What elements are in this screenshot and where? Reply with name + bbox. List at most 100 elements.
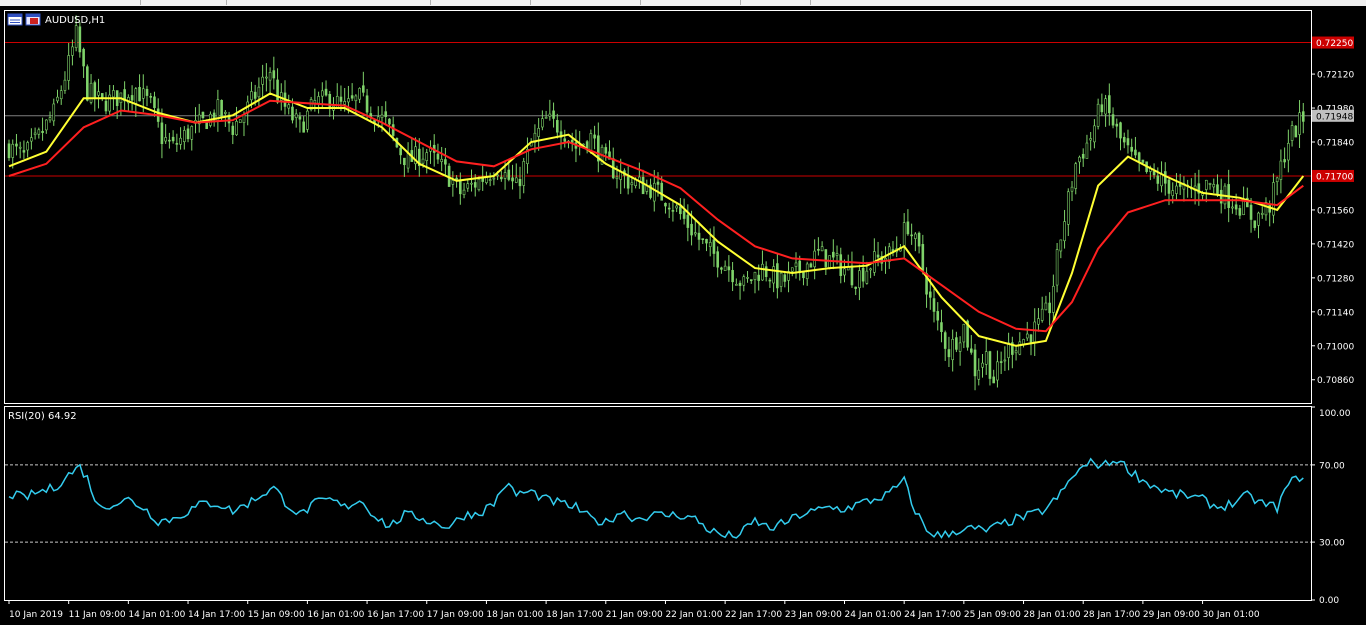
candle: [414, 137, 417, 170]
candle: [358, 87, 361, 104]
candle-body: [82, 48, 85, 67]
candle: [555, 113, 559, 139]
candle-body: [503, 172, 507, 179]
candle: [817, 237, 820, 256]
candle: [1287, 129, 1290, 173]
candle: [1264, 197, 1268, 221]
candle: [93, 80, 97, 112]
time-tick-label: 28 Jan 17:00: [1083, 610, 1140, 620]
candle-body: [1096, 103, 1100, 127]
candle: [1122, 132, 1126, 149]
candle-body: [354, 95, 358, 102]
candle-body: [71, 46, 74, 56]
candle: [100, 93, 104, 102]
candle-body: [902, 222, 906, 247]
toolbar-separator: [810, 0, 811, 5]
candle-body: [1294, 125, 1298, 138]
candle-body: [1178, 183, 1182, 187]
price-tick-label: 0.72120: [1317, 71, 1354, 81]
candle: [52, 98, 56, 126]
candle-body: [876, 254, 880, 258]
candle-body: [22, 150, 26, 153]
candle-body: [265, 76, 268, 79]
candle: [276, 68, 279, 104]
candle-body: [604, 147, 608, 154]
candle-body: [1104, 98, 1107, 115]
candle-body: [1238, 208, 1242, 216]
candle: [350, 83, 354, 101]
candle: [171, 130, 175, 144]
chart-window-icon[interactable]: [7, 13, 23, 26]
candle-body: [459, 180, 462, 195]
candle: [1070, 181, 1074, 202]
candle-body: [507, 169, 511, 180]
candle-body: [130, 95, 134, 101]
candle-body: [104, 100, 108, 112]
candle: [1100, 93, 1104, 116]
time-tick-label: 14 Jan 01:00: [128, 610, 185, 620]
candle: [526, 137, 529, 174]
candle-body: [1257, 212, 1260, 226]
candle-body: [914, 233, 917, 239]
candle-body: [272, 70, 276, 79]
candle-body: [1037, 318, 1040, 325]
candle-body: [1003, 359, 1007, 362]
candle-body: [716, 251, 719, 268]
chart-window[interactable]: 0.72120 0.71980 0.71840 0.71560 0.71420 0.712…: [0, 6, 1366, 625]
candle: [1160, 161, 1163, 193]
candle-body: [779, 272, 783, 287]
candle-body: [738, 282, 742, 286]
candle: [71, 39, 74, 66]
chart-canvas[interactable]: 0.721200.719800.718400.715600.714200.712…: [0, 6, 1366, 625]
candle-body: [1081, 153, 1085, 159]
candle-body: [171, 136, 175, 142]
candle: [470, 169, 473, 192]
candle-body: [492, 177, 496, 180]
candle: [153, 91, 156, 117]
chart-window-restore-icon[interactable]: [25, 13, 41, 26]
candle: [1074, 161, 1078, 195]
candle-body: [1100, 104, 1104, 113]
candle: [37, 127, 41, 139]
candle-body: [992, 376, 995, 384]
candle-body: [664, 202, 667, 207]
candle: [839, 247, 843, 284]
candle: [1283, 147, 1286, 169]
candle: [1175, 173, 1178, 200]
candle: [671, 199, 675, 222]
bid-label: 0.71948: [1316, 112, 1353, 122]
candle: [772, 259, 775, 293]
candle: [727, 255, 731, 282]
candle-body: [455, 177, 458, 180]
candle: [749, 279, 753, 284]
candle-body: [861, 267, 865, 282]
candle-body: [52, 103, 56, 122]
candle-body: [1290, 125, 1294, 141]
candle: [1055, 242, 1059, 293]
candle: [59, 85, 63, 105]
candle-body: [1137, 152, 1141, 162]
candle: [1078, 155, 1081, 174]
candle-body: [783, 274, 787, 282]
candle-body: [500, 176, 503, 180]
candle-body: [56, 96, 59, 102]
candle-body: [1108, 95, 1111, 114]
candle: [1104, 94, 1107, 127]
candle: [943, 330, 947, 361]
candle-body: [544, 117, 548, 119]
candle-body: [928, 291, 932, 298]
time-tick-label: 21 Jan 09:00: [606, 610, 663, 620]
candle: [15, 133, 18, 156]
candle: [891, 241, 895, 257]
candle-body: [1122, 136, 1126, 143]
candle-body: [869, 268, 872, 271]
candle-body: [1279, 160, 1283, 180]
candle-body: [552, 110, 555, 119]
candle: [619, 158, 623, 194]
candle-body: [362, 85, 365, 93]
candle: [1003, 346, 1007, 371]
candle: [44, 119, 48, 134]
candle-body: [865, 270, 869, 284]
candle: [190, 125, 194, 151]
candle-body: [238, 119, 242, 124]
